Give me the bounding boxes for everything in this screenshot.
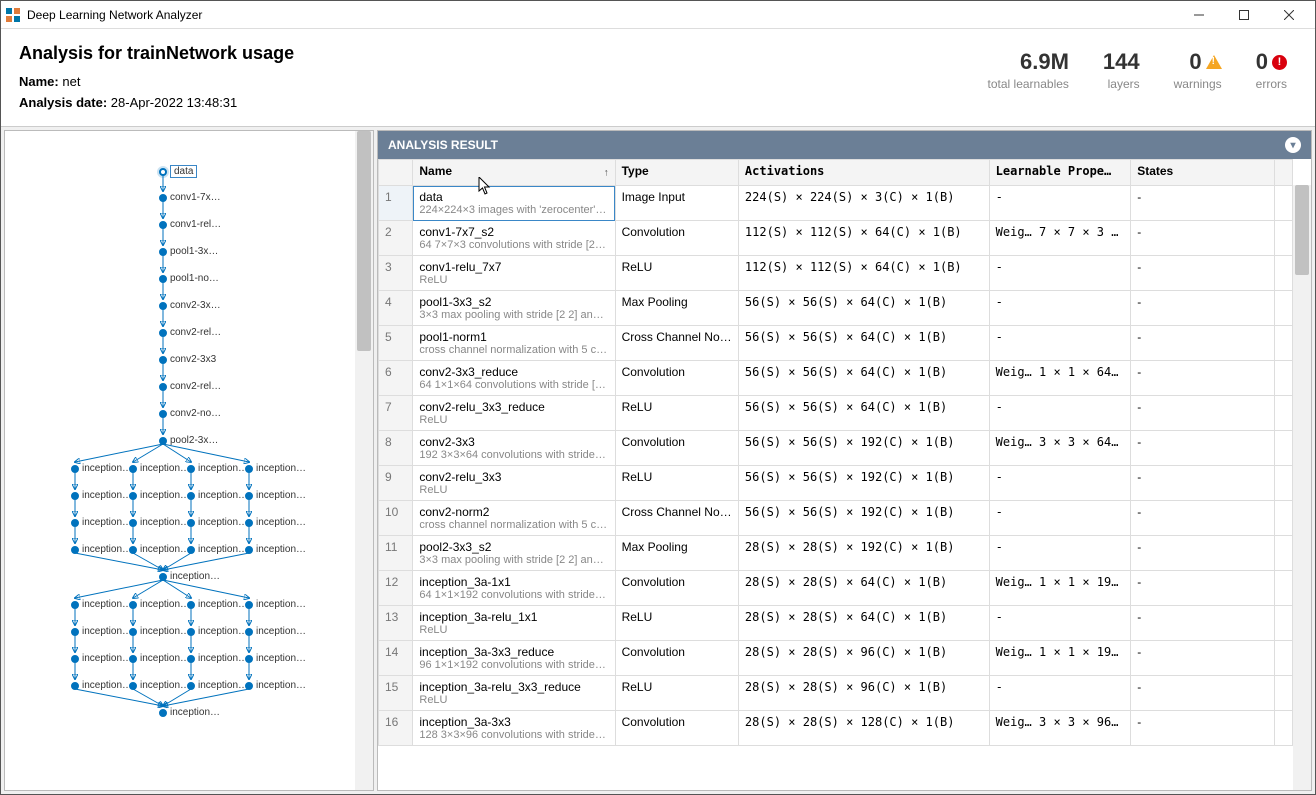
table-row[interactable]: 11pool2-3x3_s23×3 max pooling with strid… — [379, 536, 1293, 571]
col-learnable[interactable]: Learnable Prope… — [989, 160, 1131, 186]
graph-node[interactable]: inception… — [71, 517, 132, 528]
table-row[interactable]: 1data224×224×3 images with 'zerocenter' … — [379, 186, 1293, 221]
graph-node[interactable]: inception… — [245, 490, 306, 501]
table-row[interactable]: 10conv2-norm2cross channel normalization… — [379, 501, 1293, 536]
stat-warnings: 0 warnings — [1174, 49, 1222, 91]
table-row[interactable]: 13inception_3a-relu_1x1ReLUReLU28(S) × 2… — [379, 606, 1293, 641]
graph-node[interactable]: inception… — [159, 571, 220, 582]
graph-node[interactable]: inception… — [187, 599, 248, 610]
graph-node[interactable]: conv2-3x3 — [159, 354, 216, 365]
col-states[interactable]: States — [1131, 160, 1275, 186]
graph-node[interactable]: inception… — [129, 544, 190, 555]
graph-node[interactable]: pool1-3x… — [159, 246, 218, 257]
graph-node[interactable]: inception… — [245, 463, 306, 474]
graph-node[interactable]: inception… — [245, 680, 306, 691]
table-row[interactable]: 4pool1-3x3_s23×3 max pooling with stride… — [379, 291, 1293, 326]
graph-node[interactable]: inception… — [71, 490, 132, 501]
graph-node[interactable]: inception… — [71, 680, 132, 691]
titlebar: Deep Learning Network Analyzer — [1, 1, 1315, 29]
table-row[interactable]: 7conv2-relu_3x3_reduceReLUReLU56(S) × 56… — [379, 396, 1293, 431]
graph-node[interactable]: inception… — [129, 517, 190, 528]
graph-node[interactable]: inception… — [245, 653, 306, 664]
graph-node[interactable]: conv2-3x… — [159, 300, 221, 311]
error-icon: ! — [1272, 55, 1287, 70]
graph-node[interactable]: pool2-3x… — [159, 435, 218, 446]
graph-panel[interactable]: data conv1-7x… conv1-rel… pool1-3x… pool1-no… — [4, 130, 374, 791]
graph-scrollbar[interactable] — [355, 131, 373, 790]
table-scrollbar[interactable] — [1293, 185, 1311, 790]
graph-node[interactable]: inception… — [129, 463, 190, 474]
graph-node[interactable]: inception… — [71, 653, 132, 664]
table-row[interactable]: 14inception_3a-3x3_reduce96 1×1×192 conv… — [379, 641, 1293, 676]
app-icon — [5, 7, 21, 23]
graph-node[interactable]: conv1-rel… — [159, 219, 221, 230]
graph-node[interactable]: conv2-rel… — [159, 381, 221, 392]
table-row[interactable]: 3conv1-relu_7x7ReLUReLU112(S) × 112(S) ×… — [379, 256, 1293, 291]
graph-node[interactable]: inception… — [129, 653, 190, 664]
stat-learnables: 6.9M total learnables — [988, 49, 1069, 91]
graph-node[interactable]: inception… — [245, 544, 306, 555]
layers-table: Name↑ Type Activations Learnable Prope… … — [378, 159, 1293, 746]
page-title: Analysis for trainNetwork usage — [19, 43, 988, 64]
graph-node[interactable]: inception… — [245, 517, 306, 528]
graph-node[interactable]: inception… — [71, 463, 132, 474]
table-row[interactable]: 9conv2-relu_3x3ReLUReLU56(S) × 56(S) × 1… — [379, 466, 1293, 501]
graph-node[interactable]: inception… — [71, 626, 132, 637]
graph-node[interactable]: inception… — [187, 680, 248, 691]
stat-errors: 0 ! errors — [1256, 49, 1287, 91]
analysis-date: Analysis date: 28-Apr-2022 13:48:31 — [19, 95, 988, 110]
graph-node[interactable]: inception… — [129, 599, 190, 610]
graph-node[interactable]: data — [159, 165, 197, 178]
graph-node[interactable]: inception… — [187, 626, 248, 637]
graph-node[interactable]: conv2-rel… — [159, 327, 221, 338]
graph-node[interactable]: inception… — [187, 653, 248, 664]
minimize-button[interactable] — [1176, 1, 1221, 29]
col-type[interactable]: Type — [615, 160, 738, 186]
table-row[interactable]: 12inception_3a-1x164 1×1×192 convolution… — [379, 571, 1293, 606]
collapse-icon[interactable]: ▾ — [1285, 137, 1301, 153]
graph-node[interactable]: inception… — [159, 707, 220, 718]
network-name: Name: net — [19, 74, 988, 89]
graph-node[interactable]: inception… — [187, 517, 248, 528]
col-activations[interactable]: Activations — [738, 160, 989, 186]
table-row[interactable]: 16inception_3a-3x3128 3×3×96 convolution… — [379, 711, 1293, 746]
graph-node[interactable]: inception… — [187, 544, 248, 555]
graph-node[interactable]: conv2-no… — [159, 408, 221, 419]
table-row[interactable]: 15inception_3a-relu_3x3_reduceReLUReLU28… — [379, 676, 1293, 711]
col-name[interactable]: Name↑ — [413, 160, 615, 186]
window-title: Deep Learning Network Analyzer — [27, 8, 202, 22]
table-row[interactable]: 2conv1-7x7_s264 7×7×3 convolutions with … — [379, 221, 1293, 256]
maximize-button[interactable] — [1221, 1, 1266, 29]
graph-node[interactable]: pool1-no… — [159, 273, 219, 284]
header: Analysis for trainNetwork usage Name: ne… — [1, 29, 1315, 127]
table-row[interactable]: 8conv2-3x3192 3×3×64 convolutions with s… — [379, 431, 1293, 466]
graph-node[interactable]: inception… — [245, 626, 306, 637]
graph-node[interactable]: inception… — [245, 599, 306, 610]
warning-icon — [1206, 55, 1222, 69]
sort-arrow-icon: ↑ — [604, 167, 609, 178]
table-title-bar: ANALYSIS RESULT ▾ — [378, 131, 1311, 159]
graph-node[interactable]: inception… — [71, 599, 132, 610]
graph-node[interactable]: inception… — [71, 544, 132, 555]
close-button[interactable] — [1266, 1, 1311, 29]
table-row[interactable]: 5pool1-norm1cross channel normalization … — [379, 326, 1293, 361]
table-panel: ANALYSIS RESULT ▾ Name↑ Type Activations… — [377, 130, 1312, 791]
graph-node[interactable]: inception… — [129, 626, 190, 637]
graph-node[interactable]: inception… — [129, 680, 190, 691]
stat-layers: 144 layers — [1103, 49, 1140, 91]
graph-node[interactable]: inception… — [187, 490, 248, 501]
col-index[interactable] — [379, 160, 413, 186]
graph-node[interactable]: conv1-7x… — [159, 192, 221, 203]
graph-node[interactable]: inception… — [129, 490, 190, 501]
table-row[interactable]: 6conv2-3x3_reduce64 1×1×64 convolutions … — [379, 361, 1293, 396]
graph-node[interactable]: inception… — [187, 463, 248, 474]
